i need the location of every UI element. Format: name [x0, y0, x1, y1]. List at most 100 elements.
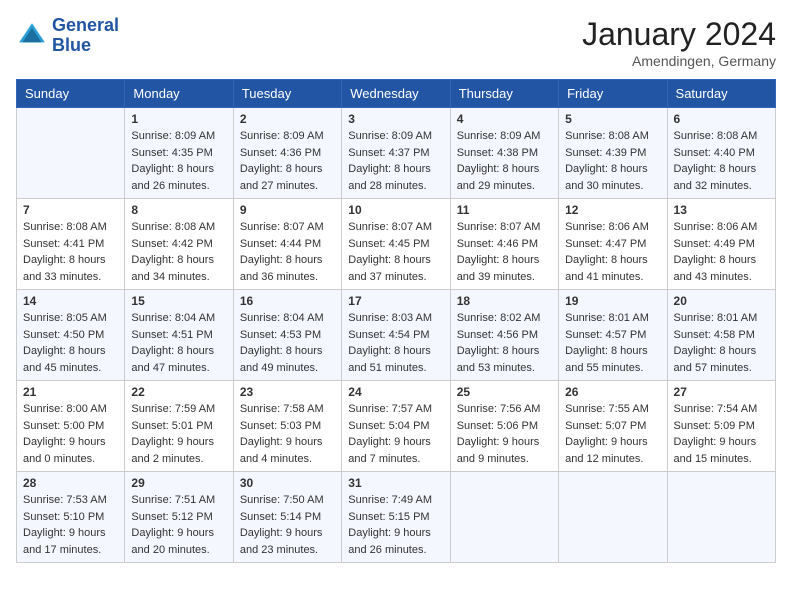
calendar-cell: 19 Sunrise: 8:01 AMSunset: 4:57 PMDayligh…	[559, 290, 667, 381]
logo: General Blue	[16, 16, 119, 56]
calendar-cell: 24Sunrise: 7:57 AMSunset: 5:04 PMDayligh…	[342, 381, 450, 472]
day-number: 10	[348, 203, 443, 217]
day-number: 29	[131, 476, 226, 490]
day-number: 14	[23, 294, 118, 308]
logo-icon	[16, 20, 48, 52]
day-number: 28	[23, 476, 118, 490]
calendar-cell	[667, 472, 775, 563]
day-info: Sunrise: 7:49 AMSunset: 5:15 PMDaylight:…	[348, 492, 443, 558]
month-year: January 2024	[582, 16, 776, 53]
day-info: Sunrise: 8:08 AMSunset: 4:42 PMDaylight:…	[131, 219, 226, 285]
day-number: 18	[457, 294, 552, 308]
page-header: General Blue January 2024 Amendingen, Ge…	[16, 16, 776, 69]
header-day-wednesday: Wednesday	[342, 80, 450, 108]
calendar-cell: 11Sunrise: 8:07 AMSunset: 4:46 PMDayligh…	[450, 199, 558, 290]
calendar-cell: 25Sunrise: 7:56 AMSunset: 5:06 PMDayligh…	[450, 381, 558, 472]
day-info: Sunrise: 7:53 AMSunset: 5:10 PMDaylight:…	[23, 492, 118, 558]
calendar-cell: 9 Sunrise: 8:07 AMSunset: 4:44 PMDaylight…	[233, 199, 341, 290]
calendar-cell	[450, 472, 558, 563]
day-number: 7	[23, 203, 118, 217]
day-info: Sunrise: 7:59 AMSunset: 5:01 PMDaylight:…	[131, 401, 226, 467]
day-info: Sunrise: 8:07 AMSunset: 4:46 PMDaylight:…	[457, 219, 552, 285]
calendar-cell: 15Sunrise: 8:04 AMSunset: 4:51 PMDayligh…	[125, 290, 233, 381]
day-info: Sunrise: 8:05 AMSunset: 4:50 PMDaylight:…	[23, 310, 118, 376]
day-info: Sunrise: 8:01 AMSunset: 4:57 PMDaylight:…	[565, 310, 660, 376]
day-info: Sunrise: 8:09 AMSunset: 4:36 PMDaylight:…	[240, 128, 335, 194]
calendar-cell: 6Sunrise: 8:08 AMSunset: 4:40 PMDaylight…	[667, 108, 775, 199]
calendar-cell: 29 Sunrise: 7:51 AMSunset: 5:12 PMDayligh…	[125, 472, 233, 563]
calendar-cell: 4 Sunrise: 8:09 AMSunset: 4:38 PMDaylight…	[450, 108, 558, 199]
week-row-3: 14 Sunrise: 8:05 AMSunset: 4:50 PMDayligh…	[17, 290, 776, 381]
day-info: Sunrise: 8:07 AMSunset: 4:44 PMDaylight:…	[240, 219, 335, 285]
calendar-cell: 20 Sunrise: 8:01 AMSunset: 4:58 PMDayligh…	[667, 290, 775, 381]
day-number: 9	[240, 203, 335, 217]
calendar-body: 1 Sunrise: 8:09 AMSunset: 4:35 PMDaylight…	[17, 108, 776, 563]
week-row-1: 1 Sunrise: 8:09 AMSunset: 4:35 PMDaylight…	[17, 108, 776, 199]
calendar-cell: 3 Sunrise: 8:09 AMSunset: 4:37 PMDaylight…	[342, 108, 450, 199]
calendar-cell: 30Sunrise: 7:50 AMSunset: 5:14 PMDayligh…	[233, 472, 341, 563]
day-number: 8	[131, 203, 226, 217]
header-row: SundayMondayTuesdayWednesdayThursdayFrid…	[17, 80, 776, 108]
day-number: 1	[131, 112, 226, 126]
header-day-monday: Monday	[125, 80, 233, 108]
calendar-header: SundayMondayTuesdayWednesdayThursdayFrid…	[17, 80, 776, 108]
day-info: Sunrise: 8:08 AMSunset: 4:41 PMDaylight:…	[23, 219, 118, 285]
day-info: Sunrise: 7:50 AMSunset: 5:14 PMDaylight:…	[240, 492, 335, 558]
calendar-cell: 18 Sunrise: 8:02 AMSunset: 4:56 PMDayligh…	[450, 290, 558, 381]
calendar-cell: 14 Sunrise: 8:05 AMSunset: 4:50 PMDayligh…	[17, 290, 125, 381]
header-day-tuesday: Tuesday	[233, 80, 341, 108]
day-number: 16	[240, 294, 335, 308]
day-number: 12	[565, 203, 660, 217]
calendar-cell: 23 Sunrise: 7:58 AMSunset: 5:03 PMDayligh…	[233, 381, 341, 472]
header-day-saturday: Saturday	[667, 80, 775, 108]
logo-text: General Blue	[52, 16, 119, 56]
header-day-thursday: Thursday	[450, 80, 558, 108]
day-number: 19	[565, 294, 660, 308]
day-number: 3	[348, 112, 443, 126]
header-day-sunday: Sunday	[17, 80, 125, 108]
day-number: 4	[457, 112, 552, 126]
day-info: Sunrise: 7:54 AMSunset: 5:09 PMDaylight:…	[674, 401, 769, 467]
day-info: Sunrise: 8:06 AMSunset: 4:49 PMDaylight:…	[674, 219, 769, 285]
day-number: 26	[565, 385, 660, 399]
day-info: Sunrise: 7:55 AMSunset: 5:07 PMDaylight:…	[565, 401, 660, 467]
day-number: 23	[240, 385, 335, 399]
calendar-cell: 21Sunrise: 8:00 AMSunset: 5:00 PMDayligh…	[17, 381, 125, 472]
calendar-cell: 13 Sunrise: 8:06 AMSunset: 4:49 PMDayligh…	[667, 199, 775, 290]
day-info: Sunrise: 7:58 AMSunset: 5:03 PMDaylight:…	[240, 401, 335, 467]
day-number: 24	[348, 385, 443, 399]
calendar-cell: 27 Sunrise: 7:54 AMSunset: 5:09 PMDayligh…	[667, 381, 775, 472]
title-block: January 2024 Amendingen, Germany	[582, 16, 776, 69]
day-info: Sunrise: 8:03 AMSunset: 4:54 PMDaylight:…	[348, 310, 443, 376]
day-number: 21	[23, 385, 118, 399]
day-number: 5	[565, 112, 660, 126]
calendar-cell: 28 Sunrise: 7:53 AMSunset: 5:10 PMDayligh…	[17, 472, 125, 563]
calendar-cell	[559, 472, 667, 563]
day-info: Sunrise: 8:09 AMSunset: 4:38 PMDaylight:…	[457, 128, 552, 194]
day-info: Sunrise: 8:07 AMSunset: 4:45 PMDaylight:…	[348, 219, 443, 285]
day-number: 13	[674, 203, 769, 217]
calendar-cell: 8 Sunrise: 8:08 AMSunset: 4:42 PMDaylight…	[125, 199, 233, 290]
day-info: Sunrise: 8:06 AMSunset: 4:47 PMDaylight:…	[565, 219, 660, 285]
day-info: Sunrise: 8:09 AMSunset: 4:35 PMDaylight:…	[131, 128, 226, 194]
day-number: 6	[674, 112, 769, 126]
calendar-cell: 2 Sunrise: 8:09 AMSunset: 4:36 PMDaylight…	[233, 108, 341, 199]
calendar-cell	[17, 108, 125, 199]
calendar-cell: 16 Sunrise: 8:04 AMSunset: 4:53 PMDayligh…	[233, 290, 341, 381]
day-info: Sunrise: 8:04 AMSunset: 4:53 PMDaylight:…	[240, 310, 335, 376]
day-number: 17	[348, 294, 443, 308]
day-number: 2	[240, 112, 335, 126]
calendar-cell: 10 Sunrise: 8:07 AMSunset: 4:45 PMDayligh…	[342, 199, 450, 290]
day-number: 22	[131, 385, 226, 399]
day-info: Sunrise: 8:02 AMSunset: 4:56 PMDaylight:…	[457, 310, 552, 376]
day-info: Sunrise: 7:56 AMSunset: 5:06 PMDaylight:…	[457, 401, 552, 467]
day-info: Sunrise: 8:01 AMSunset: 4:58 PMDaylight:…	[674, 310, 769, 376]
day-number: 20	[674, 294, 769, 308]
day-info: Sunrise: 8:09 AMSunset: 4:37 PMDaylight:…	[348, 128, 443, 194]
day-number: 27	[674, 385, 769, 399]
location: Amendingen, Germany	[582, 53, 776, 69]
logo-line2: Blue	[52, 35, 91, 55]
day-info: Sunrise: 8:08 AMSunset: 4:39 PMDaylight:…	[565, 128, 660, 194]
header-day-friday: Friday	[559, 80, 667, 108]
day-info: Sunrise: 7:51 AMSunset: 5:12 PMDaylight:…	[131, 492, 226, 558]
